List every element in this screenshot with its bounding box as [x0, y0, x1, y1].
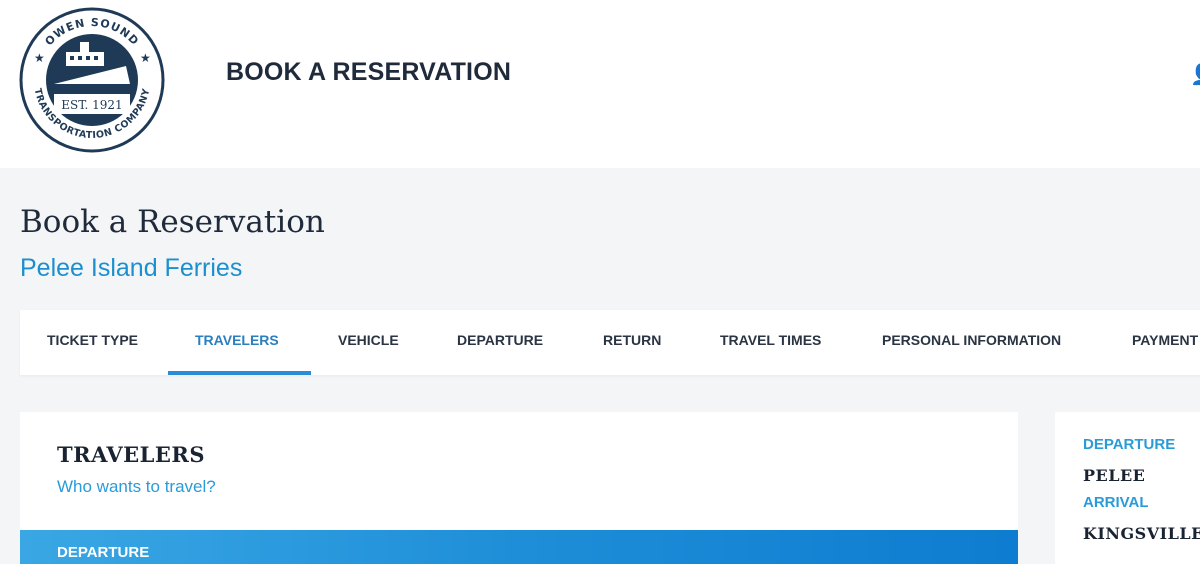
svg-text:★: ★ [34, 51, 45, 65]
tab-travelers[interactable]: TRAVELERS [195, 310, 279, 375]
section-title: TRAVELERS [57, 442, 206, 467]
tab-return[interactable]: RETURN [603, 310, 661, 375]
top-header: OWEN SOUND TRANSPORTATION COMPANY ★ ★ ES… [0, 0, 1200, 168]
summary-arrival-value: KINGSVILLE [1083, 524, 1200, 543]
summary-departure-label: DEPARTURE [1083, 436, 1176, 453]
tab-vehicle[interactable]: VEHICLE [338, 310, 399, 375]
page-title: Book a Reservation [20, 204, 325, 240]
active-tab-indicator [168, 371, 311, 375]
tab-ticket-type[interactable]: TICKET TYPE [47, 310, 138, 375]
departure-band-label: DEPARTURE [57, 544, 150, 561]
tab-departure[interactable]: DEPARTURE [457, 310, 543, 375]
step-tabs: TICKET TYPE TRAVELERS VEHICLE DEPARTURE … [20, 310, 1200, 375]
summary-arrival-label: ARRIVAL [1083, 494, 1149, 511]
tab-travel-times[interactable]: TRAVEL TIMES [720, 310, 821, 375]
company-logo[interactable]: OWEN SOUND TRANSPORTATION COMPANY ★ ★ ES… [18, 6, 166, 154]
travelers-card: TRAVELERS Who wants to travel? DEPARTURE [20, 412, 1018, 564]
tab-payment[interactable]: PAYMENT [1132, 310, 1198, 375]
summary-departure-value: PELEE [1083, 466, 1146, 485]
header-title: BOOK A RESERVATION [226, 58, 512, 86]
logo-est-text: EST. 1921 [61, 98, 122, 112]
page-subtitle: Pelee Island Ferries [20, 254, 243, 282]
trip-summary-card: DEPARTURE PELEE ARRIVAL KINGSVILLE [1055, 412, 1200, 564]
svg-text:★: ★ [140, 51, 151, 65]
tab-personal-information[interactable]: PERSONAL INFORMATION [882, 310, 1061, 375]
departure-band: DEPARTURE [20, 530, 1018, 564]
section-subtitle: Who wants to travel? [57, 477, 216, 496]
user-icon[interactable]: 👤 [1190, 62, 1200, 87]
